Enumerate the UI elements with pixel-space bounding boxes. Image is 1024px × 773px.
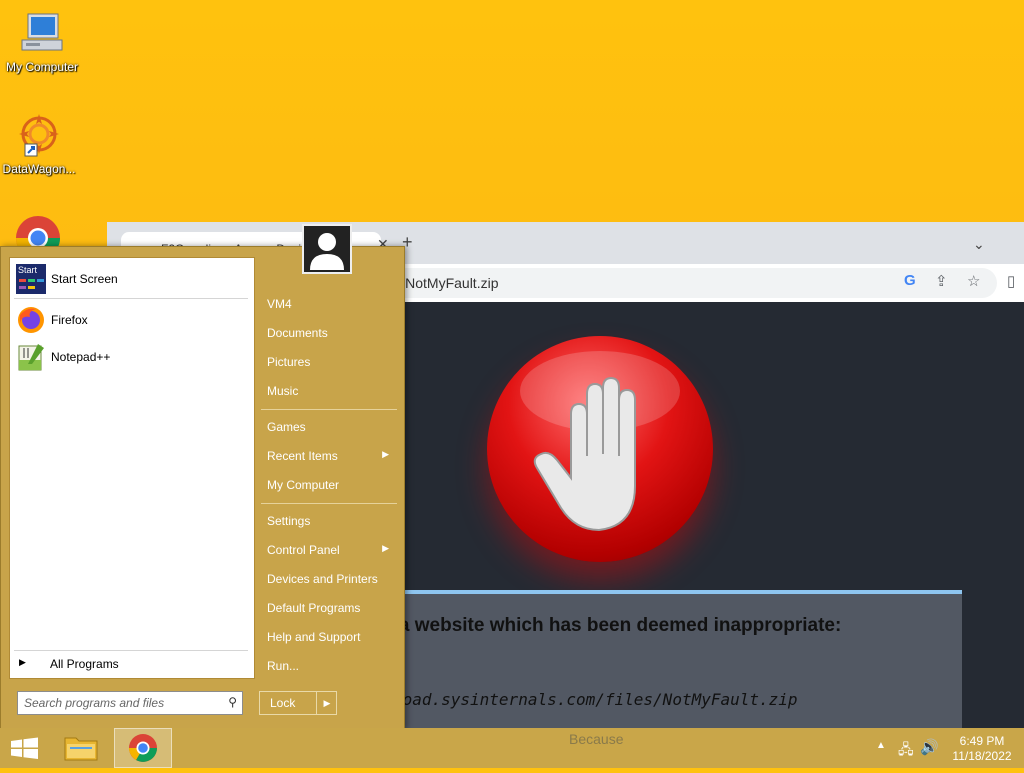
user-avatar[interactable]: [302, 224, 352, 274]
triangle-right-icon: ▶: [19, 657, 26, 667]
start-menu-places: VM4 Documents Pictures Music Games Recen…: [259, 247, 404, 727]
all-programs-label: All Programs: [50, 657, 119, 671]
place-label: Documents: [267, 326, 328, 340]
place-documents[interactable]: Documents: [259, 320, 399, 346]
place-run[interactable]: Run...: [259, 653, 399, 679]
place-vm4[interactable]: VM4: [259, 291, 399, 317]
notepadpp-icon: [16, 342, 46, 372]
place-recent-items[interactable]: Recent Items ▶: [259, 443, 399, 469]
network-icon[interactable]: 🖧: [898, 739, 914, 763]
start-item-notepadpp[interactable]: Notepad++: [10, 340, 254, 374]
place-label: Music: [267, 384, 299, 398]
submenu-arrow-icon: ▶: [382, 449, 389, 459]
desktop-icon-label: My Computer: [5, 60, 79, 74]
show-hidden-icons[interactable]: ▲: [876, 740, 886, 751]
divider: [14, 298, 248, 299]
place-label: Run...: [267, 659, 300, 673]
start-screen-icon: Start: [16, 264, 46, 294]
share-icon[interactable]: ⇪: [935, 272, 948, 290]
lock-label: Lock: [270, 696, 296, 710]
computer-icon: [18, 10, 66, 58]
place-label: Default Programs: [267, 601, 361, 615]
start-item-label: Notepad++: [51, 350, 111, 364]
desktop-icon-datawagon[interactable]: DataWagon...: [0, 112, 81, 176]
search-input[interactable]: Search programs and files ⚲: [17, 691, 243, 715]
place-label: Pictures: [267, 355, 311, 369]
chrome-icon: [129, 734, 157, 762]
search-placeholder: Search programs and files: [24, 696, 165, 710]
clock-date: 11/18/2022: [952, 749, 1012, 763]
clock-time: 6:49 PM: [959, 734, 1005, 748]
divider: [261, 409, 397, 410]
start-item-start-screen[interactable]: Start Start Screen: [10, 262, 254, 296]
place-label: Help and Support: [267, 630, 361, 644]
start-item-label: Start Screen: [51, 272, 118, 286]
place-label: Control Panel: [267, 543, 340, 557]
place-games[interactable]: Games: [259, 414, 399, 440]
lock-button[interactable]: Lock ▶: [259, 691, 337, 715]
place-pictures[interactable]: Pictures: [259, 349, 399, 375]
taskbar-ghost-label: Because: [569, 731, 624, 747]
place-devices-printers[interactable]: Devices and Printers: [259, 566, 399, 592]
place-settings[interactable]: Settings: [259, 508, 399, 534]
start-item-firefox[interactable]: Firefox: [10, 303, 254, 337]
desktop-icon-label: DataWagon...: [2, 162, 76, 176]
side-panel-icon[interactable]: ▯: [1007, 272, 1015, 290]
firefox-icon: [16, 305, 46, 335]
stop-hand-icon: [487, 336, 713, 562]
desktop-chrome-icon[interactable]: [14, 214, 62, 248]
place-default-programs[interactable]: Default Programs: [259, 595, 399, 621]
place-label: Devices and Printers: [267, 572, 378, 586]
taskbar-file-explorer[interactable]: [58, 728, 104, 768]
divider: [261, 503, 397, 504]
start-menu-programs: Start Start Screen Firefox Notepad++: [9, 257, 255, 679]
place-label: VM4: [267, 297, 292, 311]
place-label: Recent Items: [267, 449, 338, 463]
place-label: Settings: [267, 514, 311, 528]
datawagon-icon: [15, 112, 63, 160]
folder-icon: [64, 737, 98, 761]
chevron-down-icon[interactable]: ⌄: [973, 236, 985, 253]
clock[interactable]: 6:49 PM 11/18/2022: [940, 734, 1024, 764]
search-icon[interactable]: ⚲: [228, 695, 237, 709]
start-menu: Start Start Screen Firefox Notepad++ ▶ A…: [0, 246, 405, 730]
desktop-icon-my-computer[interactable]: My Computer: [0, 10, 84, 74]
place-label: My Computer: [267, 478, 340, 492]
taskbar: Because ▲ 🖧 🔊 6:49 PM 11/18/2022: [0, 728, 1024, 768]
start-button[interactable]: [0, 728, 50, 768]
place-music[interactable]: Music: [259, 378, 399, 404]
bookmark-star-icon[interactable]: ☆: [967, 272, 980, 290]
start-tile-text: Start: [18, 265, 38, 275]
google-icon[interactable]: G: [904, 272, 916, 289]
start-item-label: Firefox: [51, 313, 88, 327]
volume-icon[interactable]: 🔊: [920, 738, 939, 756]
place-control-panel[interactable]: Control Panel ▶: [259, 537, 399, 563]
place-label: Games: [267, 420, 306, 434]
all-programs-button[interactable]: ▶ All Programs: [9, 649, 253, 677]
windows-logo-icon: [11, 737, 38, 759]
place-my-computer[interactable]: My Computer: [259, 472, 399, 498]
place-help-support[interactable]: Help and Support: [259, 624, 399, 650]
lock-options-arrow-icon[interactable]: ▶: [316, 692, 337, 714]
submenu-arrow-icon: ▶: [382, 543, 389, 553]
taskbar-chrome[interactable]: [114, 728, 172, 768]
